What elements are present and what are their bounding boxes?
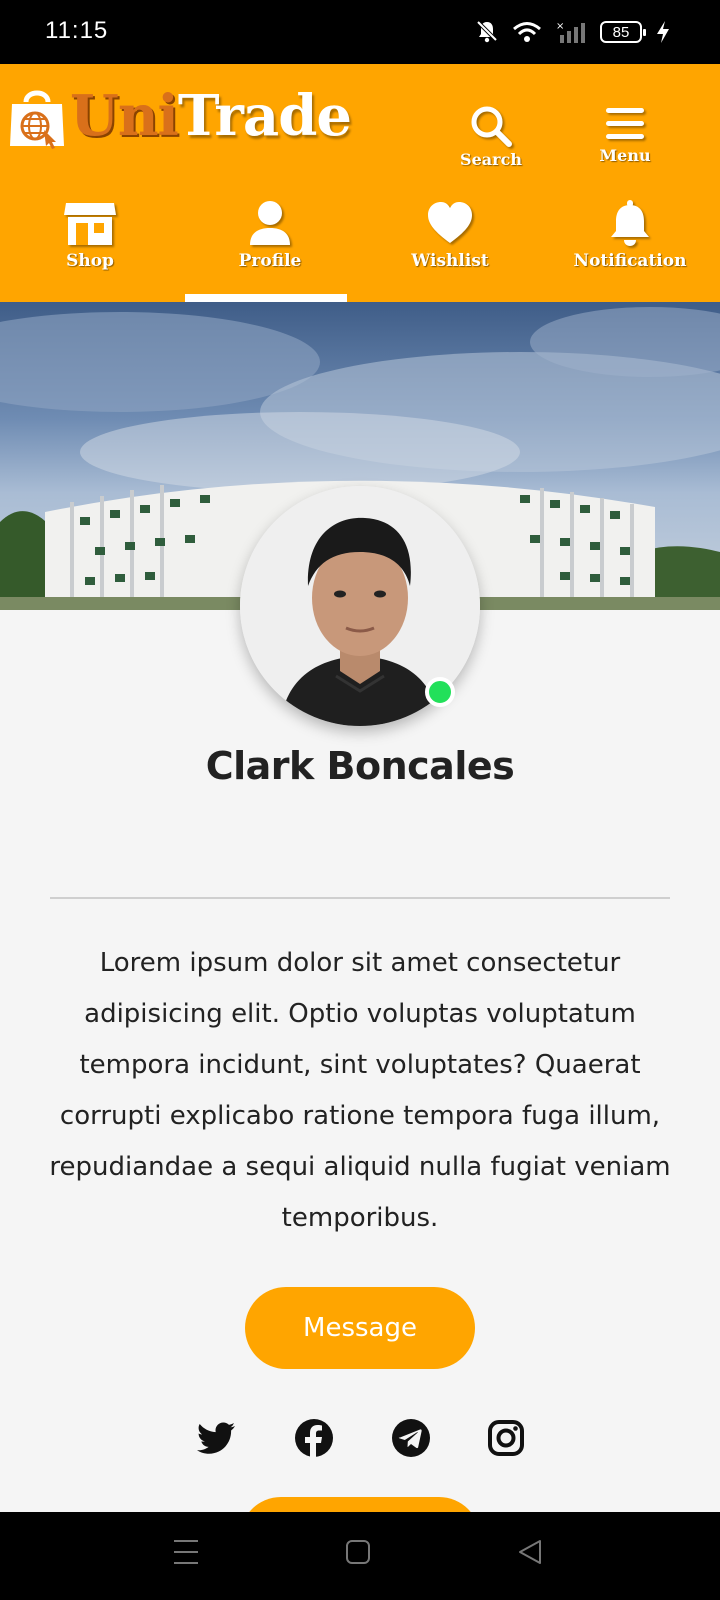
tab-wishlist-label: Wishlist [411, 251, 489, 271]
search-button[interactable]: Search [446, 104, 536, 169]
twitter-icon[interactable] [197, 1418, 237, 1458]
profile-bio: Lorem ipsum dolor sit amet consectetur a… [49, 948, 671, 1233]
profile-name: Clark Boncales [205, 744, 515, 788]
bell-icon [611, 200, 649, 246]
menu-lines-icon[interactable] [173, 1538, 199, 1566]
shopping-bag-logo-icon [10, 90, 64, 149]
search-label: Search [460, 150, 522, 169]
profile-avatar[interactable] [240, 486, 480, 726]
brand-uni: Uni [70, 83, 179, 149]
secondary-button[interactable] [240, 1497, 480, 1512]
social-links [0, 1418, 720, 1458]
profile-content: Clark Boncales Lorem ipsum dolor sit ame… [0, 302, 720, 1512]
signal-icon: × [556, 21, 585, 43]
status-bar: 11:15 × 85 [0, 0, 720, 64]
message-button[interactable]: Message [245, 1287, 475, 1369]
tab-notification-label: Notification [573, 251, 687, 271]
battery-icon: 85 [600, 21, 646, 43]
system-navigation-bar [0, 1512, 720, 1600]
tab-shop-label: Shop [66, 251, 114, 271]
menu-button[interactable]: Menu [580, 104, 670, 165]
hamburger-menu-icon [606, 108, 644, 139]
svg-text:×: × [556, 21, 564, 32]
charging-icon [657, 21, 669, 43]
back-triangle-icon[interactable] [517, 1538, 543, 1566]
tab-profile-label: Profile [238, 251, 302, 271]
tab-notification[interactable]: Notification [540, 197, 720, 302]
menu-label: Menu [599, 146, 651, 165]
brand-logo[interactable]: UniTrade [70, 88, 352, 144]
bell-off-icon [476, 20, 498, 43]
heart-icon [428, 202, 472, 243]
tab-shop[interactable]: Shop [0, 197, 180, 302]
user-icon [250, 201, 290, 245]
telegram-icon[interactable] [391, 1418, 431, 1458]
facebook-icon[interactable] [294, 1418, 334, 1458]
wifi-icon [513, 22, 541, 42]
divider [50, 897, 670, 899]
tab-profile[interactable]: Profile [180, 197, 360, 302]
brand-trade: Trade [177, 83, 352, 149]
app-header: UniTrade Search Menu Shop Profile Wishli… [0, 64, 720, 302]
shop-icon [64, 203, 116, 245]
instagram-icon[interactable] [486, 1418, 526, 1458]
status-icons: × 85 [476, 18, 670, 46]
tab-wishlist[interactable]: Wishlist [360, 197, 540, 302]
search-icon [471, 106, 512, 147]
status-time: 11:15 [45, 17, 109, 44]
home-square-icon[interactable] [345, 1538, 371, 1566]
online-status-indicator [425, 677, 455, 707]
main-nav-tabs: Shop Profile Wishlist Notification [0, 197, 720, 302]
